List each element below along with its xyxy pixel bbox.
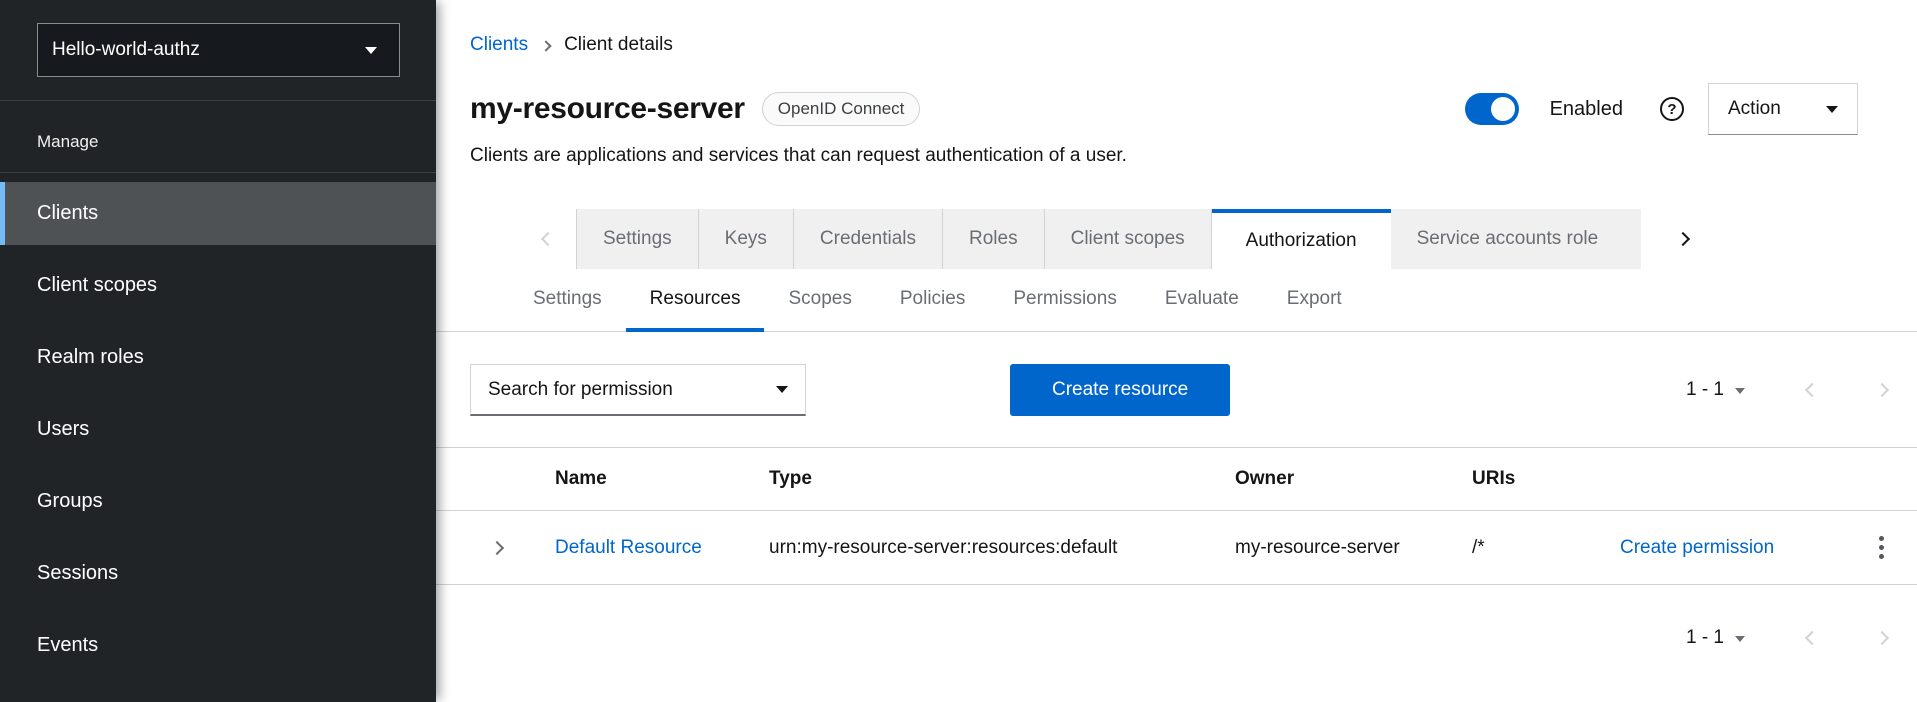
caret-down-icon xyxy=(1735,388,1745,394)
sidebar-item-sessions[interactable]: Sessions xyxy=(0,542,436,605)
angle-right-icon xyxy=(540,40,551,51)
tabs-scroll-left-button[interactable] xyxy=(520,209,576,269)
previous-page-button[interactable] xyxy=(1807,385,1817,395)
chevron-right-icon xyxy=(1675,232,1689,246)
page-header: my-resource-server OpenID Connect Enable… xyxy=(470,83,1858,135)
chevron-left-icon xyxy=(541,232,555,246)
pagination-bottom: 1 - 1 xyxy=(436,622,1887,654)
sidebar-item-events[interactable]: Events xyxy=(0,614,436,677)
sidebar-divider xyxy=(0,172,436,173)
kebab-dot xyxy=(1879,536,1884,541)
pagination-top: 1 - 1 xyxy=(1686,379,1887,401)
tab-client-scopes[interactable]: Client scopes xyxy=(1045,209,1212,269)
kebab-menu-button[interactable] xyxy=(1873,530,1890,565)
subtab-policies[interactable]: Policies xyxy=(876,269,989,332)
nav-section-title: Manage xyxy=(37,131,436,153)
caret-down-icon xyxy=(776,386,788,393)
column-header-type: Type xyxy=(769,468,1235,490)
page-header-right: Enabled ? Action xyxy=(1465,83,1858,135)
table-header-row: Name Type Owner URIs xyxy=(436,447,1917,511)
chevron-left-icon xyxy=(1805,383,1819,397)
pagination-range-toggle[interactable]: 1 - 1 xyxy=(1686,627,1745,649)
tab-service-accounts-roles[interactable]: Service accounts role xyxy=(1391,209,1641,269)
main-content: Clients Client details my-resource-serve… xyxy=(436,0,1917,702)
subtab-settings[interactable]: Settings xyxy=(509,269,626,332)
column-header-owner: Owner xyxy=(1235,468,1472,490)
sidebar-item-users[interactable]: Users xyxy=(0,398,436,461)
page-description: Clients are applications and services th… xyxy=(470,144,1917,167)
enabled-label: Enabled xyxy=(1550,98,1623,121)
help-icon[interactable]: ? xyxy=(1660,97,1684,121)
caret-down-icon xyxy=(1735,636,1745,642)
resource-name-link[interactable]: Default Resource xyxy=(555,537,769,559)
tab-keys[interactable]: Keys xyxy=(699,209,794,269)
resources-toolbar: Search for permission Create resource 1 … xyxy=(470,364,1887,416)
next-page-button[interactable] xyxy=(1877,385,1887,395)
create-resource-button[interactable]: Create resource xyxy=(1010,364,1230,416)
page-header-left: my-resource-server OpenID Connect xyxy=(470,92,920,126)
pagination-range-label: 1 - 1 xyxy=(1686,379,1724,401)
action-dropdown[interactable]: Action xyxy=(1708,83,1858,135)
toggle-knob xyxy=(1491,97,1515,121)
sidebar-divider xyxy=(0,100,436,101)
search-permission-label: Search for permission xyxy=(488,379,673,401)
table-row: Default Resource urn:my-resource-server:… xyxy=(436,511,1917,585)
chevron-right-icon xyxy=(1875,383,1889,397)
sidebar-nav: Clients Client scopes Realm roles Users … xyxy=(0,182,436,677)
caret-down-icon xyxy=(365,47,377,54)
caret-down-icon xyxy=(1826,106,1838,113)
authorization-subtabs: Settings Resources Scopes Policies Permi… xyxy=(436,269,1917,332)
resource-uris-cell: /* xyxy=(1472,537,1620,559)
tab-settings[interactable]: Settings xyxy=(576,209,699,269)
column-header-name: Name xyxy=(555,468,769,490)
tab-authorization[interactable]: Authorization xyxy=(1212,209,1391,269)
chevron-right-icon xyxy=(490,540,504,554)
kebab-dot xyxy=(1879,545,1884,550)
subtab-resources[interactable]: Resources xyxy=(626,269,765,332)
resource-owner-cell: my-resource-server xyxy=(1235,537,1472,559)
tab-roles[interactable]: Roles xyxy=(943,209,1045,269)
tab-credentials[interactable]: Credentials xyxy=(794,209,943,269)
sidebar-item-clients[interactable]: Clients xyxy=(0,182,436,245)
breadcrumb-link-clients[interactable]: Clients xyxy=(470,34,528,56)
protocol-badge: OpenID Connect xyxy=(762,92,921,126)
subtab-scopes[interactable]: Scopes xyxy=(764,269,875,332)
sidebar-item-realm-roles[interactable]: Realm roles xyxy=(0,326,436,389)
chevron-right-icon xyxy=(1875,631,1889,645)
search-permission-select[interactable]: Search for permission xyxy=(470,364,806,416)
enabled-toggle[interactable] xyxy=(1465,93,1519,125)
sidebar-item-client-scopes[interactable]: Client scopes xyxy=(0,254,436,317)
subtab-export[interactable]: Export xyxy=(1263,269,1366,332)
next-page-button[interactable] xyxy=(1877,633,1887,643)
create-permission-link[interactable]: Create permission xyxy=(1620,537,1845,559)
resources-table: Name Type Owner URIs Default Resource ur… xyxy=(436,447,1917,585)
previous-page-button[interactable] xyxy=(1807,633,1817,643)
chevron-left-icon xyxy=(1805,631,1819,645)
breadcrumb: Clients Client details xyxy=(436,0,1917,56)
subtab-evaluate[interactable]: Evaluate xyxy=(1141,269,1263,332)
sidebar: Hello-world-authz Manage Clients Client … xyxy=(0,0,436,702)
resource-type-cell: urn:my-resource-server:resources:default xyxy=(769,537,1235,559)
page-title: my-resource-server xyxy=(470,92,745,126)
tabs-scroll-right-button[interactable] xyxy=(1655,209,1711,269)
pagination-range-toggle[interactable]: 1 - 1 xyxy=(1686,379,1745,401)
realm-selector[interactable]: Hello-world-authz xyxy=(37,23,400,77)
pagination-range-label: 1 - 1 xyxy=(1686,627,1724,649)
row-expander-button[interactable] xyxy=(436,542,555,554)
action-dropdown-label: Action xyxy=(1728,98,1781,120)
subtab-permissions[interactable]: Permissions xyxy=(989,269,1140,332)
kebab-dot xyxy=(1879,554,1884,559)
app-root: Hello-world-authz Manage Clients Client … xyxy=(0,0,1917,702)
column-header-uris: URIs xyxy=(1472,468,1620,490)
client-tabs: Settings Keys Credentials Roles Client s… xyxy=(436,209,1917,269)
realm-selector-label: Hello-world-authz xyxy=(52,39,200,61)
breadcrumb-current: Client details xyxy=(564,34,673,56)
sidebar-item-groups[interactable]: Groups xyxy=(0,470,436,533)
